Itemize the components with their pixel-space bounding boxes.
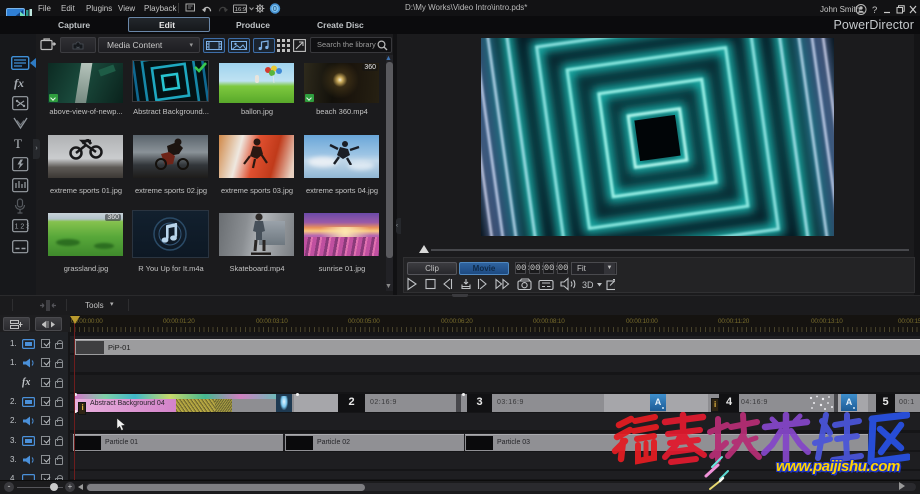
svg-text:1 2 3: 1 2 3 [15, 224, 29, 231]
svg-text:?: ? [872, 5, 877, 15]
svg-text:16:9: 16:9 [235, 7, 246, 13]
svg-text:0: 0 [273, 6, 277, 13]
svg-text:3D: 3D [582, 280, 594, 290]
